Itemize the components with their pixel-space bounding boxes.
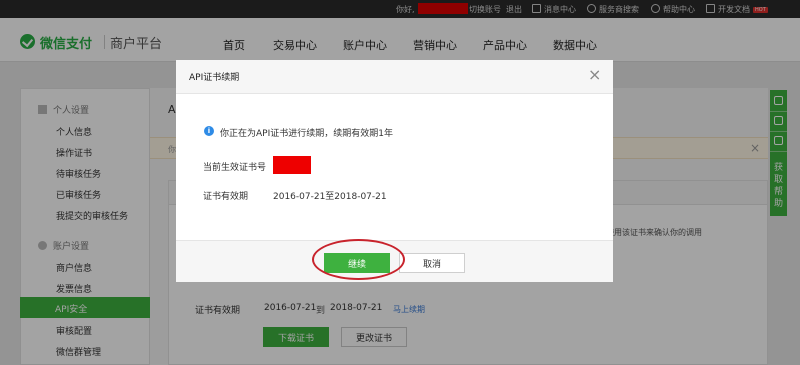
current-cert-no-label: 当前生效证书号 bbox=[203, 163, 267, 173]
info-icon: i bbox=[204, 126, 214, 136]
close-icon[interactable]: × bbox=[588, 65, 601, 84]
validity-label: 证书有效期 bbox=[203, 192, 249, 202]
annotation-highlight-circle bbox=[312, 239, 405, 280]
dialog-header: API证书续期 × bbox=[176, 60, 613, 94]
validity-value: 2016-07-21至2018-07-21 bbox=[273, 192, 387, 202]
dialog-title: API证书续期 bbox=[189, 73, 240, 83]
info-message: 你正在为API证书进行续期，续期有效期1年 bbox=[220, 129, 393, 139]
cancel-button[interactable]: 取消 bbox=[399, 253, 465, 273]
redacted-cert-number bbox=[273, 156, 311, 174]
